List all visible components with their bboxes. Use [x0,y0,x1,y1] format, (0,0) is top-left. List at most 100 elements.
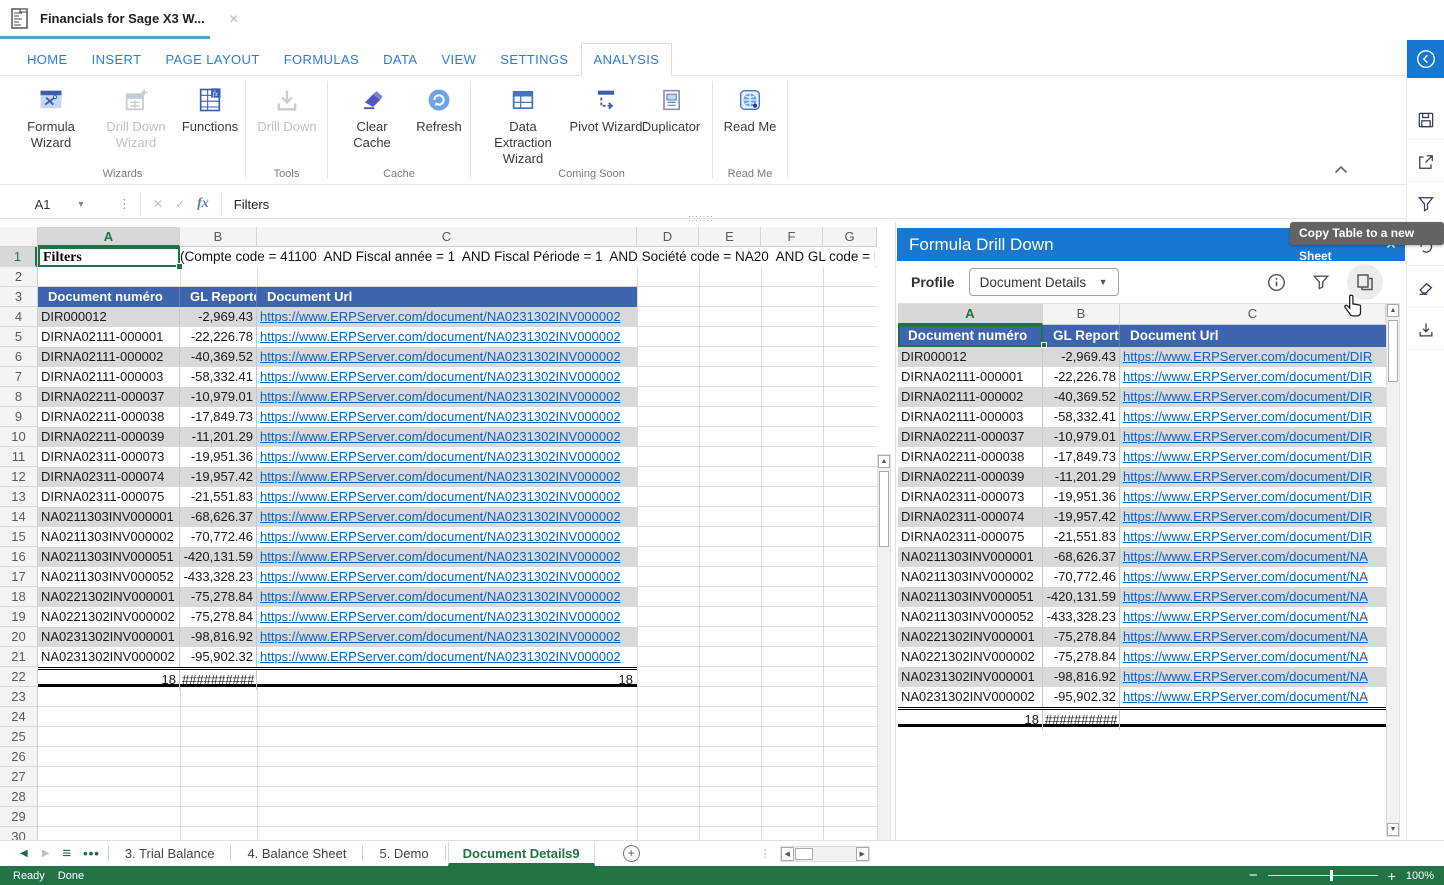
row-header-11[interactable]: 11 [0,447,37,467]
tabbar-handle-icon[interactable]: ⋮ [760,847,772,860]
document-link[interactable]: https://www.ERPServer.com/document/NA023… [260,389,621,404]
gl-amount-cell[interactable]: -10,979.01 [1043,427,1120,447]
document-link[interactable]: https://www.ERPServer.com/document/DIR [1123,409,1372,424]
document-link[interactable]: https://www.ERPServer.com/document/NA023… [260,309,621,324]
formula-wizard-button[interactable]: Formula Wizard [14,83,88,151]
gl-amount-cell[interactable]: -95,902.32 [1043,687,1120,707]
panel-header-document-url[interactable]: Document Url [1120,325,1386,347]
document-link[interactable]: https://www.ERPServer.com/document/NA023… [260,529,621,544]
header-document-url[interactable]: Document Url [257,287,637,307]
gl-amount-cell[interactable]: -19,951.36 [1043,487,1120,507]
zoom-slider[interactable] [1268,875,1378,876]
sheet-tab-document-details9[interactable]: Document Details9 [448,842,595,866]
document-number-cell[interactable]: NA0231302INV000002 [38,647,180,667]
filter-icon[interactable] [1307,268,1335,296]
document-link[interactable]: https://www.ERPServer.com/document/NA023… [260,629,621,644]
profile-dropdown[interactable]: Document Details ▼ [969,268,1119,296]
row-header-25[interactable]: 25 [0,727,37,747]
total-count-2[interactable]: 18 [257,670,637,690]
document-number-cell[interactable]: NA0211303INV000051 [898,587,1043,607]
refresh-button[interactable]: Refresh [412,83,466,135]
gl-amount-cell[interactable]: -68,626.37 [180,507,257,527]
document-link[interactable]: https://www.ERPServer.com/document/NA [1123,649,1368,664]
gl-amount-cell[interactable]: -58,332.41 [180,367,257,387]
document-link[interactable]: https://www.ERPServer.com/document/NA [1123,689,1368,704]
row-header-12[interactable]: 12 [0,467,37,487]
row-header-23[interactable]: 23 [0,687,37,707]
scrollbar-thumb[interactable] [1388,320,1398,382]
panel-vertical-scrollbar[interactable]: ▲ ▼ [1386,303,1400,837]
drill-down-button[interactable]: Drill Down [252,83,322,135]
document-number-cell[interactable]: DIRNA02311-000075 [38,487,180,507]
document-number-cell[interactable]: DIRNA02311-000074 [898,507,1043,527]
gl-amount-cell[interactable]: -75,278.84 [1043,647,1120,667]
document-link[interactable]: https://www.ERPServer.com/document/NA023… [260,409,621,424]
row-header-24[interactable]: 24 [0,707,37,727]
fill-handle[interactable] [176,263,183,270]
gl-amount-cell[interactable]: -433,328.23 [180,567,257,587]
document-link[interactable]: https://www.ERPServer.com/document/NA023… [260,449,621,464]
document-number-cell[interactable]: DIRNA02211-000038 [38,407,180,427]
row-header-10[interactable]: 10 [0,427,37,447]
document-number-cell[interactable]: DIRNA02211-000039 [38,427,180,447]
add-sheet-icon[interactable]: + [623,845,640,862]
row-header-17[interactable]: 17 [0,567,37,587]
gl-amount-cell[interactable]: -22,226.78 [1043,367,1120,387]
data-extraction-wizard-button[interactable]: Data Extraction Wizard [481,83,565,167]
document-link[interactable]: https://www.ERPServer.com/document/DIR [1123,429,1372,444]
tab-analysis[interactable]: ANALYSIS [581,43,673,76]
column-header-d[interactable]: D [637,227,699,247]
gl-amount-cell[interactable]: -75,278.84 [1043,627,1120,647]
clear-cache-button[interactable]: Clear Cache [336,83,408,151]
document-number-cell[interactable]: DIRNA02311-000075 [898,527,1043,547]
document-number-cell[interactable]: NA0221302INV000002 [898,647,1043,667]
gl-amount-cell[interactable]: -58,332.41 [1043,407,1120,427]
gl-amount-cell[interactable]: -22,226.78 [180,327,257,347]
scroll-up-icon[interactable]: ▲ [1387,304,1399,317]
document-link[interactable]: https://www.ERPServer.com/document/NA023… [260,469,621,484]
panel-total-overflow[interactable]: ########## [1043,710,1120,730]
download-button[interactable] [1407,310,1444,350]
document-number-cell[interactable]: NA0211303INV000051 [38,547,180,567]
document-link[interactable]: https://www.ERPServer.com/document/DIR [1123,449,1372,464]
gl-amount-cell[interactable]: -11,201.29 [180,427,257,447]
column-header-b[interactable]: B [180,227,257,247]
document-link[interactable]: https://www.ERPServer.com/document/NA023… [260,549,621,564]
document-number-cell[interactable]: NA0221302INV000001 [38,587,180,607]
scrollbar-thumb[interactable] [879,471,889,547]
row-header-5[interactable]: 5 [0,327,37,347]
panel-column-header-a[interactable]: A [898,304,1043,325]
close-document-icon[interactable]: ✕ [229,12,239,26]
sheet-tab-demo[interactable]: 5. Demo [365,842,442,865]
row-header-8[interactable]: 8 [0,387,37,407]
document-number-cell[interactable]: DIRNA02111-000003 [38,367,180,387]
gl-amount-cell[interactable]: -40,369.52 [180,347,257,367]
document-link[interactable]: https://www.ERPServer.com/document/NA [1123,629,1368,644]
gl-amount-cell[interactable]: -40,369.52 [1043,387,1120,407]
panel-fill-handle[interactable] [1041,342,1047,348]
column-header-e[interactable]: E [699,227,761,247]
column-header-g[interactable]: G [823,227,877,247]
document-number-cell[interactable]: DIRNA02111-000003 [898,407,1043,427]
cancel-icon[interactable]: ✕ [153,197,163,211]
gl-amount-cell[interactable]: -75,278.84 [180,607,257,627]
tab-formulas[interactable]: FORMULAS [272,44,371,75]
filter-button[interactable] [1407,184,1444,224]
gl-amount-cell[interactable]: -98,816.92 [1043,667,1120,687]
document-link[interactable]: https://www.ERPServer.com/document/NA023… [260,649,621,664]
selected-cell-a1[interactable]: Filters [38,247,180,267]
gl-amount-cell[interactable]: -433,328.23 [1043,607,1120,627]
gl-amount-cell[interactable]: -17,849.73 [180,407,257,427]
splitter-handle-icon[interactable]: ······················ [688,215,714,221]
row-header-9[interactable]: 9 [0,407,37,427]
document-link[interactable]: https://www.ERPServer.com/document/NA [1123,609,1368,624]
read-me-button[interactable]: Read Me [719,83,781,135]
gl-amount-cell[interactable]: -19,957.42 [1043,507,1120,527]
row-header-21[interactable]: 21 [0,647,37,667]
panel-header-gl-reporte[interactable]: GL Reporté [1043,325,1120,347]
scroll-right-icon[interactable]: ▶ [856,847,869,861]
gl-amount-cell[interactable]: -21,551.83 [180,487,257,507]
gl-amount-cell[interactable]: -10,979.01 [180,387,257,407]
eraser-button[interactable] [1407,268,1444,308]
more-sheets-icon[interactable]: ••• [83,846,100,861]
